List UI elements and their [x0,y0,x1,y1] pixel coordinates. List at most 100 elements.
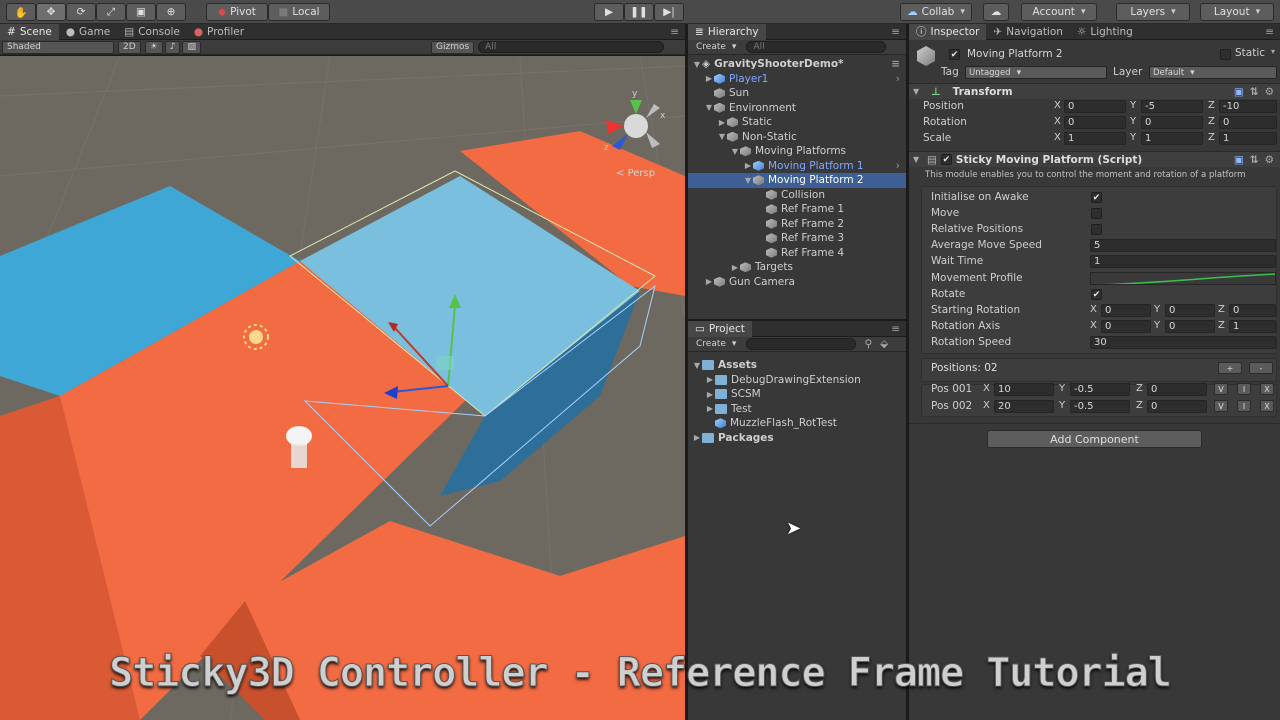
project-item-assets[interactable]: ▼ Assets [688,358,906,373]
add-component-button[interactable]: Add Component [987,430,1202,448]
hierarchy-item-moving-platforms[interactable]: ▼ Moving Platforms [688,144,906,159]
rot-axis-z-field[interactable]: 1 [1229,320,1276,333]
filter-by-type-icon[interactable]: ⚲ [864,338,872,350]
scene-viewport[interactable]: y x z < Persp [0,56,685,720]
prefab-open-arrow-icon[interactable]: › [896,160,900,172]
presets-icon[interactable]: ⇅ [1250,154,1259,166]
pos-002-x-button[interactable]: X [1260,400,1274,412]
hierarchy-menu-icon[interactable]: ≡ [891,26,900,38]
project-item-debugdrawing[interactable]: ▶ DebugDrawingExtension [688,373,906,388]
hierarchy-item-ref-frame-4[interactable]: Ref Frame 4 [688,246,906,261]
rot-axis-y-field[interactable]: 0 [1165,320,1215,333]
project-item-packages[interactable]: ▶ Packages [688,431,906,446]
hierarchy-search-input[interactable]: All [746,41,887,53]
hierarchy-item-player1[interactable]: ▶ Player1 › [688,72,906,87]
start-rot-z-field[interactable]: 0 [1229,304,1276,317]
pos-001-v-button[interactable]: V [1214,383,1228,395]
filter-by-label-icon[interactable]: ⬙ [880,338,888,350]
position-y-field[interactable]: -5 [1141,100,1203,113]
tag-dropdown[interactable]: Untagged [965,66,1107,79]
hierarchy-item-targets[interactable]: ▶ Targets [688,260,906,275]
start-rot-x-field[interactable]: 0 [1101,304,1151,317]
pos-002-z-field[interactable]: 0 [1147,400,1207,413]
collab-dropdown[interactable]: ☁ Collab [900,3,972,21]
project-item-muzzleflash[interactable]: MuzzleFlash_RotTest [688,416,906,431]
pos-002-v-button[interactable]: V [1214,400,1228,412]
scale-tool-button[interactable]: ⤢ [96,3,126,21]
tab-hierarchy[interactable]: ≣ Hierarchy [688,23,766,40]
tab-console[interactable]: ▤ Console [117,24,187,40]
account-dropdown[interactable]: Account [1021,3,1097,21]
gizmos-dropdown[interactable]: Gizmos [431,40,475,54]
move-gizmo-plane[interactable] [436,356,454,370]
remove-position-button[interactable]: - [1249,362,1273,374]
project-item-test[interactable]: ▶ Test [688,402,906,417]
rotate-checkbox[interactable]: ✔ [1091,289,1102,300]
rotation-x-field[interactable]: 0 [1064,116,1126,129]
hierarchy-item-gun-camera[interactable]: ▶ Gun Camera [688,275,906,290]
relative-positions-checkbox[interactable] [1091,224,1102,235]
hierarchy-item-moving-platform-2[interactable]: ▼ Moving Platform 2 [688,173,906,188]
project-search-input[interactable] [746,338,857,350]
prefab-open-arrow-icon[interactable]: › [896,73,900,85]
layout-dropdown[interactable]: Layout [1200,3,1274,21]
pos-001-x-field[interactable]: 10 [994,383,1054,396]
pivot-toggle[interactable]: ◆ Pivot [206,3,268,21]
movement-profile-curve[interactable] [1090,272,1276,285]
play-button[interactable]: ▶ [594,3,624,21]
project-create-dropdown[interactable]: Create [692,338,740,351]
object-name-field[interactable]: Moving Platform 2 [964,47,1214,60]
inspector-menu-icon[interactable]: ≡ [1265,26,1274,38]
help-book-icon[interactable]: ▣ [1234,86,1244,98]
rot-axis-x-field[interactable]: 0 [1101,320,1151,333]
tab-navigation[interactable]: ✈ Navigation [986,24,1069,40]
scale-z-field[interactable]: 1 [1219,132,1277,145]
initialise-checkbox[interactable]: ✔ [1091,192,1102,203]
add-position-button[interactable]: + [1218,362,1242,374]
pos-001-y-field[interactable]: -0.5 [1070,383,1130,396]
average-speed-field[interactable]: 5 [1090,239,1276,252]
tab-lighting[interactable]: ☼ Lighting [1070,24,1140,40]
scene-search-input[interactable]: All [478,41,665,53]
transform-tool-button[interactable]: ⊕ [156,3,186,21]
pos-002-i-button[interactable]: I [1237,400,1251,412]
tab-game[interactable]: ● Game [59,24,117,40]
transform-header[interactable]: ▼ ⊥ Transform ▣ ⇅ ⚙ [909,83,1280,99]
rotation-speed-field[interactable]: 30 [1090,336,1276,349]
tab-scene[interactable]: # Scene [0,24,59,40]
layer-dropdown[interactable]: Default [1149,66,1277,79]
rotation-z-field[interactable]: 0 [1219,116,1277,129]
tab-inspector[interactable]: ⓘ Inspector [909,23,987,40]
move-checkbox[interactable] [1091,208,1102,219]
effects-toggle[interactable]: ▨ [182,40,201,54]
shading-mode-dropdown[interactable]: Shaded [2,40,114,54]
hierarchy-item-scene[interactable]: ▼ ◈ GravityShooterDemo* ≡ [688,57,906,72]
hierarchy-item-ref-frame-3[interactable]: Ref Frame 3 [688,231,906,246]
script-header[interactable]: ▼ ▤ ✔ Sticky Moving Platform (Script) ▣ … [909,151,1280,167]
hierarchy-item-non-static[interactable]: ▼ Non-Static [688,130,906,145]
component-gear-icon[interactable]: ⚙ [1265,86,1274,98]
move-tool-button[interactable]: ✥ [36,3,66,21]
pause-button[interactable]: ❚❚ [624,3,654,21]
tab-project[interactable]: ▭ Project [688,320,752,337]
component-gear-icon[interactable]: ⚙ [1265,154,1274,166]
help-book-icon[interactable]: ▣ [1234,154,1244,166]
tab-profiler[interactable]: ● Profiler [187,24,251,40]
hierarchy-item-moving-platform-1[interactable]: ▶ Moving Platform 1 › [688,159,906,174]
project-menu-icon[interactable]: ≡ [891,323,900,335]
static-checkbox[interactable] [1220,49,1231,60]
scale-y-field[interactable]: 1 [1141,132,1203,145]
hierarchy-item-environment[interactable]: ▼ Environment [688,101,906,116]
services-button[interactable]: ☁ [983,3,1009,21]
rotation-y-field[interactable]: 0 [1141,116,1203,129]
script-enabled-checkbox[interactable]: ✔ [940,154,952,165]
rect-tool-button[interactable]: ▣ [126,3,156,21]
pos-001-z-field[interactable]: 0 [1147,383,1207,396]
hierarchy-item-collision[interactable]: Collision [688,188,906,203]
audio-toggle[interactable]: ♪ [164,40,181,54]
hierarchy-item-sun[interactable]: Sun [688,86,906,101]
scene-menu-icon[interactable]: ≡ [891,58,900,70]
pos-002-y-field[interactable]: -0.5 [1070,400,1130,413]
rotate-tool-button[interactable]: ⟳ [66,3,96,21]
hierarchy-create-dropdown[interactable]: Create [692,41,740,54]
